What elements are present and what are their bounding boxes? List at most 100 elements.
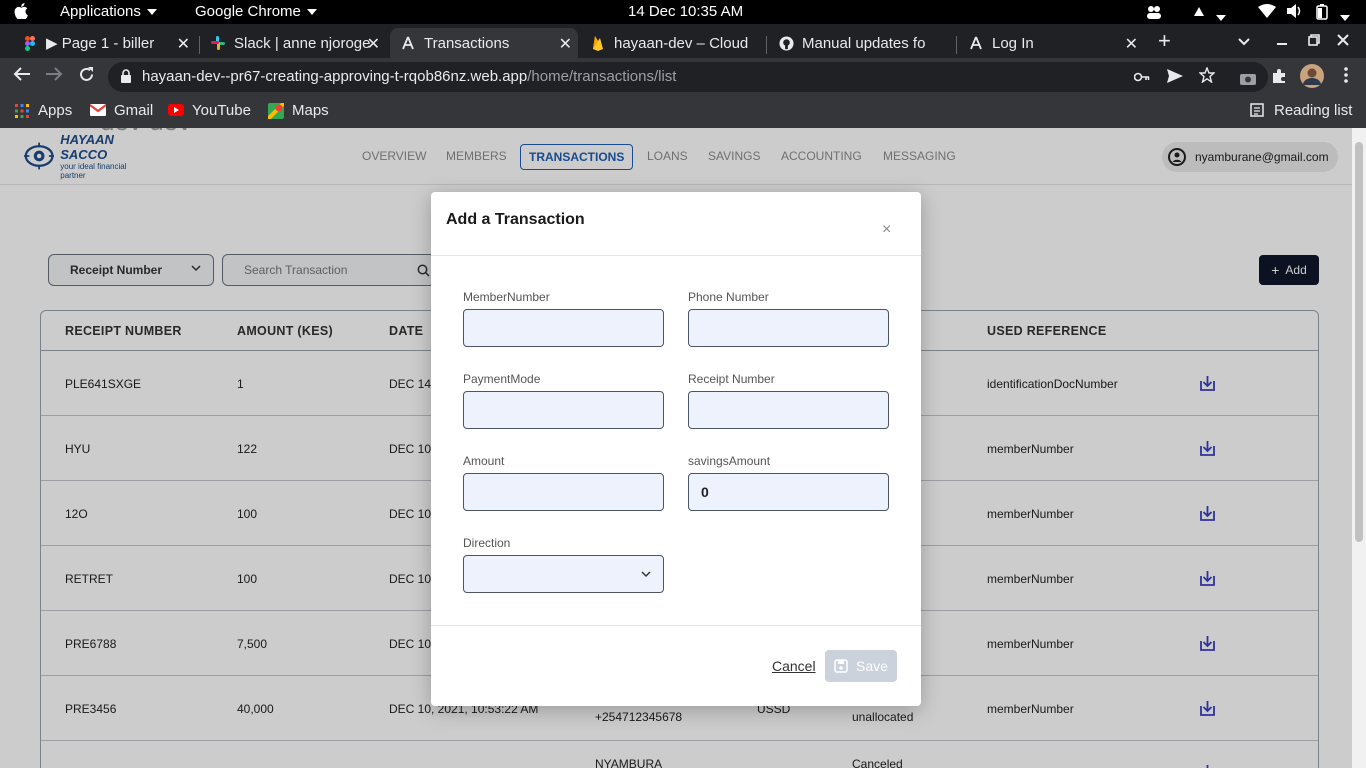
close-icon[interactable]: ✕ [1125,34,1138,54]
amount-label: Amount [463,454,505,468]
kebab-menu-icon[interactable] [1344,67,1348,88]
bookmark-maps[interactable]: Maps [266,101,329,120]
lock-icon[interactable] [120,69,132,83]
volume-icon[interactable] [1287,4,1303,22]
browser-tab-strip: ▶ Page 1 - biller ✕ Slack | anne njoroge… [0,24,1366,58]
bookmark-youtube[interactable]: YouTube [168,102,251,119]
new-tab-plus-icon[interactable]: + [1158,28,1171,54]
slack-icon [210,35,226,51]
bookmark-gmail[interactable]: Gmail [89,102,154,119]
profile-avatar[interactable] [1300,64,1324,93]
save-label: Save [856,658,888,674]
scrollbar-thumb[interactable] [1355,142,1363,542]
tab-divider [766,36,767,54]
receipt-number-input[interactable] [688,391,889,429]
reading-list[interactable]: Reading list [1250,102,1352,119]
angular-icon [400,35,416,51]
tab-github[interactable]: Manual updates fo [768,28,954,58]
direction-label: Direction [463,536,511,550]
phone-number-input[interactable] [688,309,889,347]
close-icon[interactable]: ✕ [177,34,190,54]
save-disk-icon [834,659,848,673]
dialog-title: Add a Transaction [446,211,585,228]
amount-input[interactable] [463,473,664,511]
notification-icon[interactable] [1193,5,1205,22]
bookmark-apps[interactable]: Apps [14,102,72,119]
youtube-icon [168,103,184,119]
app-viewport: HAYAAN SACCO your ideal financial partne… [0,128,1352,768]
savings-amount-input[interactable] [688,473,889,511]
restore-icon[interactable] [1308,30,1320,51]
key-icon[interactable] [1133,69,1150,86]
gmail-icon [89,103,107,119]
phone-number-label: Phone Number [688,290,769,304]
github-icon [778,35,794,51]
receipt-number-label: Receipt Number [688,372,775,386]
page-scrollbar[interactable] [1352,128,1366,768]
battery-icon[interactable] [1315,4,1329,24]
url-path: /home/transactions/list [527,68,677,85]
payment-mode-input[interactable] [463,391,664,429]
reading-list-label: Reading list [1274,102,1353,119]
add-transaction-dialog: Add a Transaction × MemberNumber Phone N… [431,192,921,706]
dialog-header: Add a Transaction × [431,192,921,256]
os-top-bar: Applications Google Chrome 14 Dec 10:35 … [0,0,1366,24]
tab-label: Log In [992,34,1034,52]
cancel-button[interactable]: Cancel [772,658,816,674]
payment-mode-label: PaymentMode [463,372,541,386]
window-close-icon[interactable] [1337,30,1349,51]
star-icon[interactable] [1198,66,1216,87]
apple-icon[interactable] [14,3,28,23]
save-button[interactable]: Save [825,650,897,682]
bookmark-label: Gmail [114,102,154,119]
angular-icon [968,35,984,51]
chevron-down-icon [641,566,651,578]
applications-menu[interactable]: Applications [60,3,157,20]
savings-amount-label: savingsAmount [688,454,771,468]
maps-icon [266,101,286,120]
tab-label: hayaan-dev – Cloud [614,34,749,52]
member-number-input[interactable] [463,309,664,347]
tab-label: Transactions [424,34,510,52]
apps-grid-icon [14,103,30,119]
tab-transactions[interactable]: Transactions ✕ [390,28,578,58]
users-icon[interactable] [1146,5,1162,23]
close-icon[interactable]: × [882,221,891,239]
back-arrow-icon[interactable] [13,66,31,87]
wifi-icon[interactable] [1258,4,1276,22]
minimize-icon[interactable] [1276,30,1288,51]
tab-firebase[interactable]: hayaan-dev – Cloud [580,28,766,58]
dev-watermark: dev dev [100,128,191,137]
bookmark-label: Apps [38,102,73,119]
tab-search-chevron-icon[interactable] [1238,30,1250,51]
url-text[interactable]: hayaan-dev--pr67-creating-approving-t-rq… [142,68,676,85]
tab-label: ▶ Page 1 - biller [46,35,155,52]
clock[interactable]: 14 Dec 10:35 AM [628,3,743,20]
tab-login[interactable]: Log In ✕ [958,28,1144,58]
active-app-menu[interactable]: Google Chrome [195,3,317,20]
url-host: hayaan-dev--pr67-creating-approving-t-rq… [142,68,528,85]
member-number-label: MemberNumber [463,290,550,304]
dialog-footer: Cancel Save [431,625,921,706]
tab-label: Manual updates fo [802,34,926,52]
extensions-icon[interactable] [1271,68,1287,89]
tab-divider [956,36,957,54]
figma-icon [22,35,38,51]
bookmarks-bar: Apps Gmail YouTube Maps Reading list [0,96,1366,128]
address-bar[interactable]: hayaan-dev--pr67-creating-approving-t-rq… [108,62,1268,92]
reload-icon[interactable] [78,66,95,88]
browser-toolbar: hayaan-dev--pr67-creating-approving-t-rq… [0,58,1366,96]
bookmark-label: YouTube [192,102,251,119]
send-icon[interactable] [1167,69,1183,87]
firebase-icon [590,35,606,51]
tab-label: Slack | anne njoroge [234,34,371,52]
forward-arrow-icon[interactable] [45,66,63,87]
close-icon[interactable]: ✕ [367,34,380,54]
bookmark-label: Maps [292,102,329,119]
reading-list-icon [1250,102,1266,119]
tab-slack[interactable]: Slack | anne njoroge ✕ [200,28,386,58]
screenshot-icon[interactable] [1240,69,1256,90]
direction-select[interactable] [463,555,664,593]
tab-biller[interactable]: ▶ Page 1 - biller ✕ [12,28,196,58]
close-icon[interactable]: ✕ [559,34,572,54]
